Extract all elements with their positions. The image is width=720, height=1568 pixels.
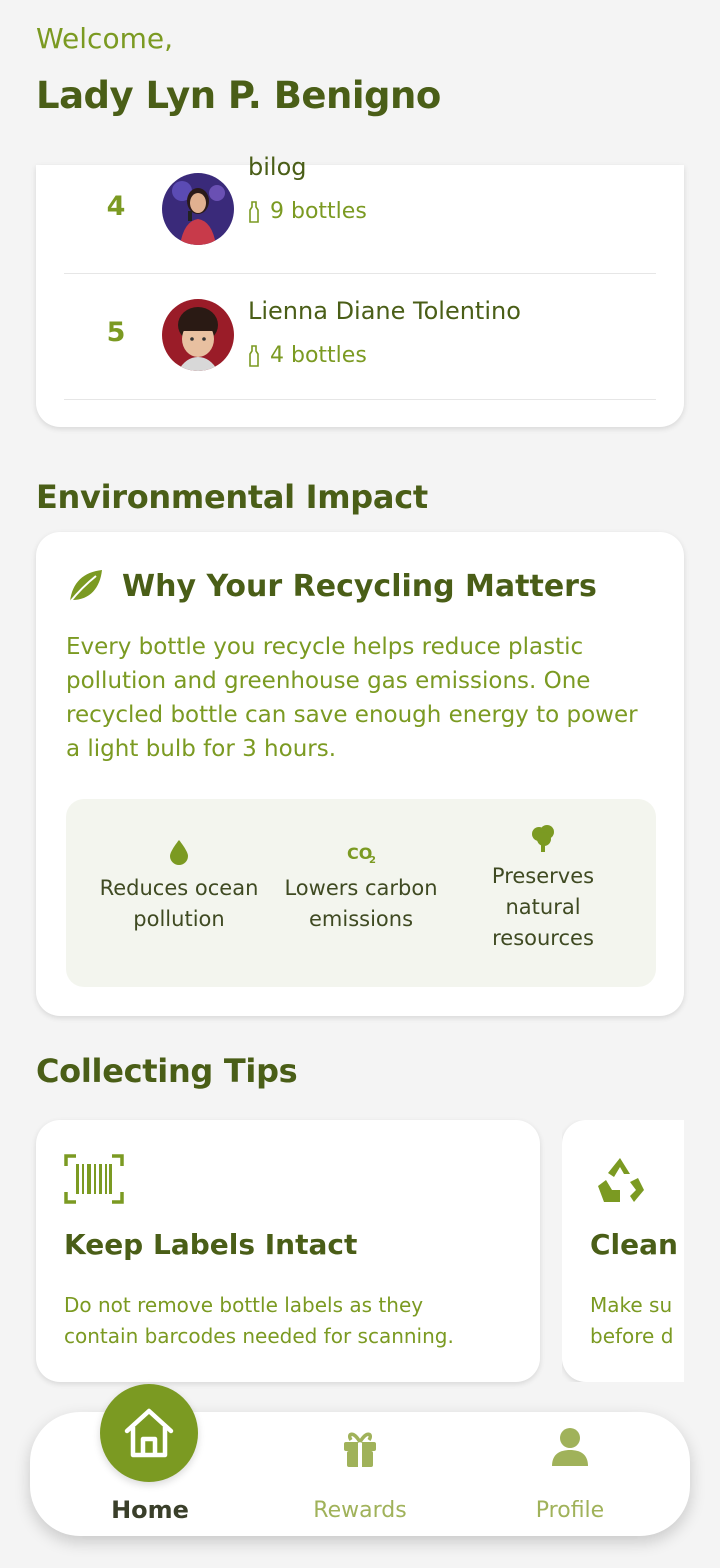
tip-body-line: Do not remove bottle labels as they (64, 1293, 424, 1317)
leaf-icon (69, 570, 102, 603)
avatar (162, 173, 234, 245)
leaderboard-bottle-count: 9 bottles (248, 199, 367, 224)
env-card-body: Every bottle you recycle helps reduce pl… (66, 634, 638, 762)
benefit-item: CO 2 Lowers carbon emissions (271, 839, 451, 935)
benefit-item: Reduces ocean pollution (84, 839, 274, 935)
co2-icon: CO 2 (347, 844, 376, 865)
leaderboard-rank: 5 (106, 317, 126, 348)
tip-card[interactable]: Clean Make su before d (562, 1120, 684, 1382)
tip-title: Keep Labels Intact (64, 1228, 358, 1261)
environmental-impact-heading: Environmental Impact (36, 478, 428, 516)
user-name: Lady Lyn P. Benigno (36, 74, 441, 117)
benefit-label: Lowers carbon emissions (284, 876, 438, 931)
welcome-label: Welcome, (36, 22, 173, 55)
recycle-icon (598, 1158, 644, 1202)
tip-body-line: Make su (590, 1293, 673, 1317)
benefit-label: Preserves natural resources (491, 864, 595, 950)
collecting-tips-heading: Collecting Tips (36, 1052, 298, 1090)
bottle-icon (249, 200, 259, 223)
benefit-item: Preserves natural resources (458, 823, 628, 954)
leaderboard-rank: 4 (106, 191, 126, 222)
barcode-scan-icon (64, 1154, 124, 1204)
bottom-nav: Home Rewards Profile (30, 1384, 690, 1536)
tip-body-line: contain barcodes needed for scanning. (64, 1324, 454, 1348)
bottle-count-text: 9 bottles (270, 199, 367, 224)
nav-home-label[interactable]: Home (90, 1496, 210, 1524)
tip-body: Make su before d (590, 1290, 684, 1352)
home-icon (124, 1408, 174, 1458)
tip-body: Do not remove bottle labels as they cont… (64, 1290, 524, 1352)
bottle-count-text: 4 bottles (270, 343, 367, 368)
env-card-header: Why Your Recycling Matters (66, 568, 597, 604)
person-icon[interactable] (550, 1426, 590, 1468)
tip-card[interactable]: Keep Labels Intact Do not remove bottle … (36, 1120, 540, 1382)
bottle-icon (249, 344, 259, 367)
leaderboard-row[interactable]: 5 Lienna Diane Tolentino 4 bottles (64, 273, 656, 400)
nav-rewards-label[interactable]: Rewards (300, 1498, 420, 1523)
gift-icon[interactable] (341, 1428, 379, 1468)
leaderboard-row[interactable]: 4 bilog 9 bottles (64, 147, 656, 274)
avatar (162, 299, 234, 371)
env-card-title: Why Your Recycling Matters (122, 568, 597, 604)
tip-title: Clean (590, 1228, 678, 1261)
leaderboard-name: Lienna Diane Tolentino (248, 297, 521, 325)
tip-body-line: before d (590, 1324, 674, 1348)
benefits-panel: Reduces ocean pollution CO 2 Lowers carb… (66, 799, 656, 987)
environmental-impact-card: Why Your Recycling Matters Every bottle … (36, 532, 684, 1016)
tip-card-clip: Clean Make su before d (562, 1120, 684, 1382)
tree-icon (532, 825, 554, 852)
nav-profile-label[interactable]: Profile (510, 1498, 630, 1523)
leaderboard-card: 4 bilog 9 bottles 5 Lienna Diane Tolenti… (36, 153, 684, 427)
water-drop-icon (170, 840, 188, 865)
nav-home-button[interactable] (100, 1384, 198, 1482)
svg-text:2: 2 (369, 855, 376, 865)
leaderboard-name: bilog (248, 153, 307, 181)
leaderboard-bottle-count: 4 bottles (248, 343, 367, 368)
benefit-label: Reduces ocean pollution (99, 876, 259, 931)
